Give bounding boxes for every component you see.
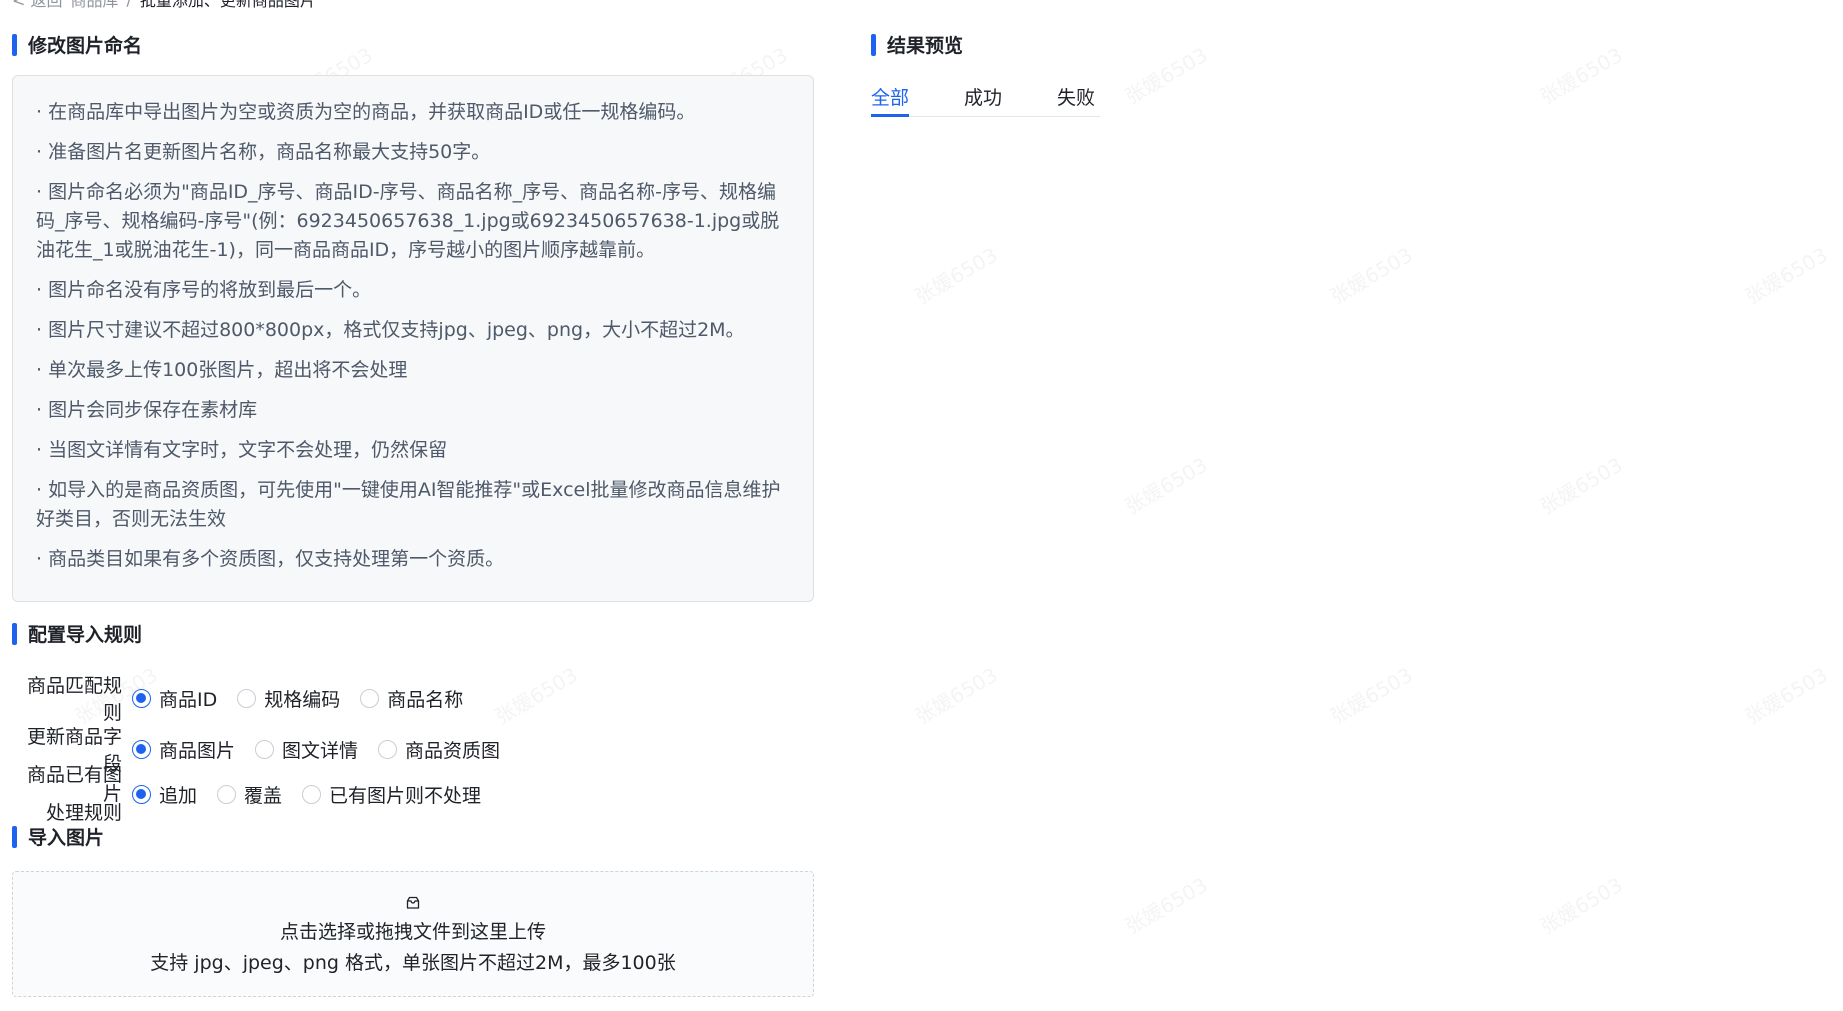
radio-label: 商品ID	[159, 688, 218, 711]
existing-rule-label-line1: 商品已有图片	[26, 764, 122, 805]
existing-rule-label-line2: 处理规则	[45, 802, 122, 824]
radio-label: 商品图片	[159, 739, 236, 762]
watermark: 张媛6503	[1739, 239, 1832, 310]
watermark: 张媛6503	[1739, 659, 1832, 730]
match-rule-option-product-id[interactable]: 商品ID	[132, 685, 217, 712]
section-bar	[12, 33, 17, 56]
watermark: 张媛6503	[1534, 449, 1627, 520]
back-link[interactable]: < 返回	[12, 0, 63, 11]
radio-label: 商品名称	[387, 688, 464, 711]
upload-box-icon	[406, 896, 420, 909]
radio-checked-icon[interactable]	[132, 739, 151, 759]
radio-label: 覆盖	[244, 785, 283, 807]
radio-unchecked-icon[interactable]	[237, 688, 257, 708]
update-field-option-detail[interactable]: 图文详情	[255, 736, 358, 763]
existing-rule-option-skip[interactable]: 已有图片则不处理	[302, 781, 481, 808]
radio-checked-icon[interactable]	[132, 785, 151, 804]
rule-item: · 图片命名必须为"商品ID_序号、商品ID-序号、商品名称_序号、商品名称-序…	[36, 181, 780, 261]
existing-rule-radio-group: 追加 覆盖 已有图片则不处理	[132, 781, 501, 808]
breadcrumb-current: 批量添加、更新商品图片	[139, 0, 316, 10]
preview-section-title-text: 结果预览	[887, 35, 964, 57]
radio-unchecked-icon[interactable]	[378, 739, 398, 759]
update-field-radio-group: 商品图片 图文详情 商品资质图	[132, 736, 520, 763]
radio-unchecked-icon[interactable]	[302, 785, 322, 804]
radio-unchecked-icon[interactable]	[360, 688, 380, 708]
match-rule-label: 商品匹配规则	[26, 675, 122, 724]
import-section-title: 导入图片	[12, 823, 104, 850]
radio-unchecked-icon[interactable]	[255, 739, 275, 759]
tab-success[interactable]: 成功	[964, 83, 1002, 117]
radio-label: 规格编码	[264, 688, 341, 711]
preview-section-title: 结果预览	[871, 31, 963, 58]
existing-rule-option-overwrite[interactable]: 覆盖	[217, 781, 282, 808]
watermark: 张媛6503	[489, 659, 582, 730]
watermark: 张媛6503	[1119, 449, 1212, 520]
rule-item: · 图片尺寸建议不超过800*800px，格式仅支持jpg、jpeg、png，大…	[36, 319, 745, 341]
radio-label: 商品资质图	[405, 739, 501, 762]
match-rule-option-product-name[interactable]: 商品名称	[360, 685, 463, 712]
rule-item: · 如导入的是商品资质图，可先使用"一键使用AI智能推荐"或Excel批量修改商…	[36, 479, 781, 530]
breadcrumb: < 返回 商品库 / 批量添加、更新商品图片	[12, 0, 316, 11]
tab-failed[interactable]: 失败	[1057, 83, 1095, 117]
rule-item: · 图片命名没有序号的将放到最后一个。	[36, 279, 372, 301]
watermark: 张媛6503	[1119, 869, 1212, 940]
upload-hint: 支持 jpg、jpeg、png 格式，单张图片不超过2M，最多100张	[150, 952, 676, 974]
existing-rule-row: 商品已有图片 处理规则 追加 覆盖 已有图片则不处理	[12, 766, 501, 823]
config-section-title-text: 配置导入规则	[28, 624, 143, 646]
rule-item: · 图片会同步保存在素材库	[36, 399, 258, 421]
match-rule-row: 商品匹配规则 商品ID 规格编码 商品名称	[12, 671, 483, 725]
update-field-option-qualification[interactable]: 商品资质图	[378, 736, 500, 763]
rename-rules-box: · 在商品库中导出图片为空或资质为空的商品，并获取商品ID或任一规格编码。 · …	[12, 75, 814, 602]
upload-text: 点击选择或拖拽文件到这里上传	[279, 921, 546, 943]
watermark: 张媛6503	[1324, 659, 1417, 730]
rule-item: · 准备图片名更新图片名称，商品名称最大支持50字。	[36, 141, 491, 163]
import-section-title-text: 导入图片	[28, 827, 105, 849]
match-rule-radio-group: 商品ID 规格编码 商品名称	[132, 685, 483, 712]
rule-item: · 当图文详情有文字时，文字不会处理，仍然保留	[36, 439, 448, 461]
rename-section-title: 修改图片命名	[12, 31, 142, 58]
watermark: 张媛6503	[1534, 39, 1627, 110]
breadcrumb-separator: /	[127, 0, 132, 9]
rename-section-title-text: 修改图片命名	[28, 35, 143, 57]
config-section-title: 配置导入规则	[12, 620, 142, 647]
radio-checked-icon[interactable]	[132, 688, 151, 708]
match-rule-option-spec-code[interactable]: 规格编码	[237, 685, 340, 712]
watermark: 张媛6503	[909, 659, 1002, 730]
breadcrumb-parent[interactable]: 商品库	[71, 0, 119, 11]
watermark: 张媛6503	[909, 239, 1002, 310]
radio-unchecked-icon[interactable]	[217, 785, 237, 804]
upload-dropzone[interactable]: 点击选择或拖拽文件到这里上传 支持 jpg、jpeg、png 格式，单张图片不超…	[12, 871, 814, 997]
watermark: 张媛6503	[1324, 239, 1417, 310]
tab-all[interactable]: 全部	[871, 83, 910, 117]
preview-tabs: 全部 成功 失败	[871, 83, 1150, 117]
existing-rule-option-append[interactable]: 追加	[132, 781, 197, 808]
radio-label: 已有图片则不处理	[329, 785, 482, 807]
existing-rule-label: 商品已有图片 处理规则	[12, 766, 132, 823]
page: 张媛6503 张媛6503 张媛6503 张媛6503 张媛6503 张媛650…	[0, 0, 1843, 1011]
update-field-option-product-image[interactable]: 商品图片	[132, 736, 235, 763]
rule-item: · 商品类目如果有多个资质图，仅支持处理第一个资质。	[36, 548, 505, 570]
radio-label: 追加	[159, 785, 198, 807]
radio-label: 图文详情	[282, 739, 359, 762]
watermark: 张媛6503	[1534, 869, 1627, 940]
rule-item: · 单次最多上传100张图片，超出将不会处理	[36, 359, 408, 381]
section-bar	[871, 33, 876, 56]
section-bar	[12, 825, 17, 848]
section-bar	[12, 622, 17, 645]
rule-item: · 在商品库中导出图片为空或资质为空的商品，并获取商品ID或任一规格编码。	[36, 101, 696, 123]
